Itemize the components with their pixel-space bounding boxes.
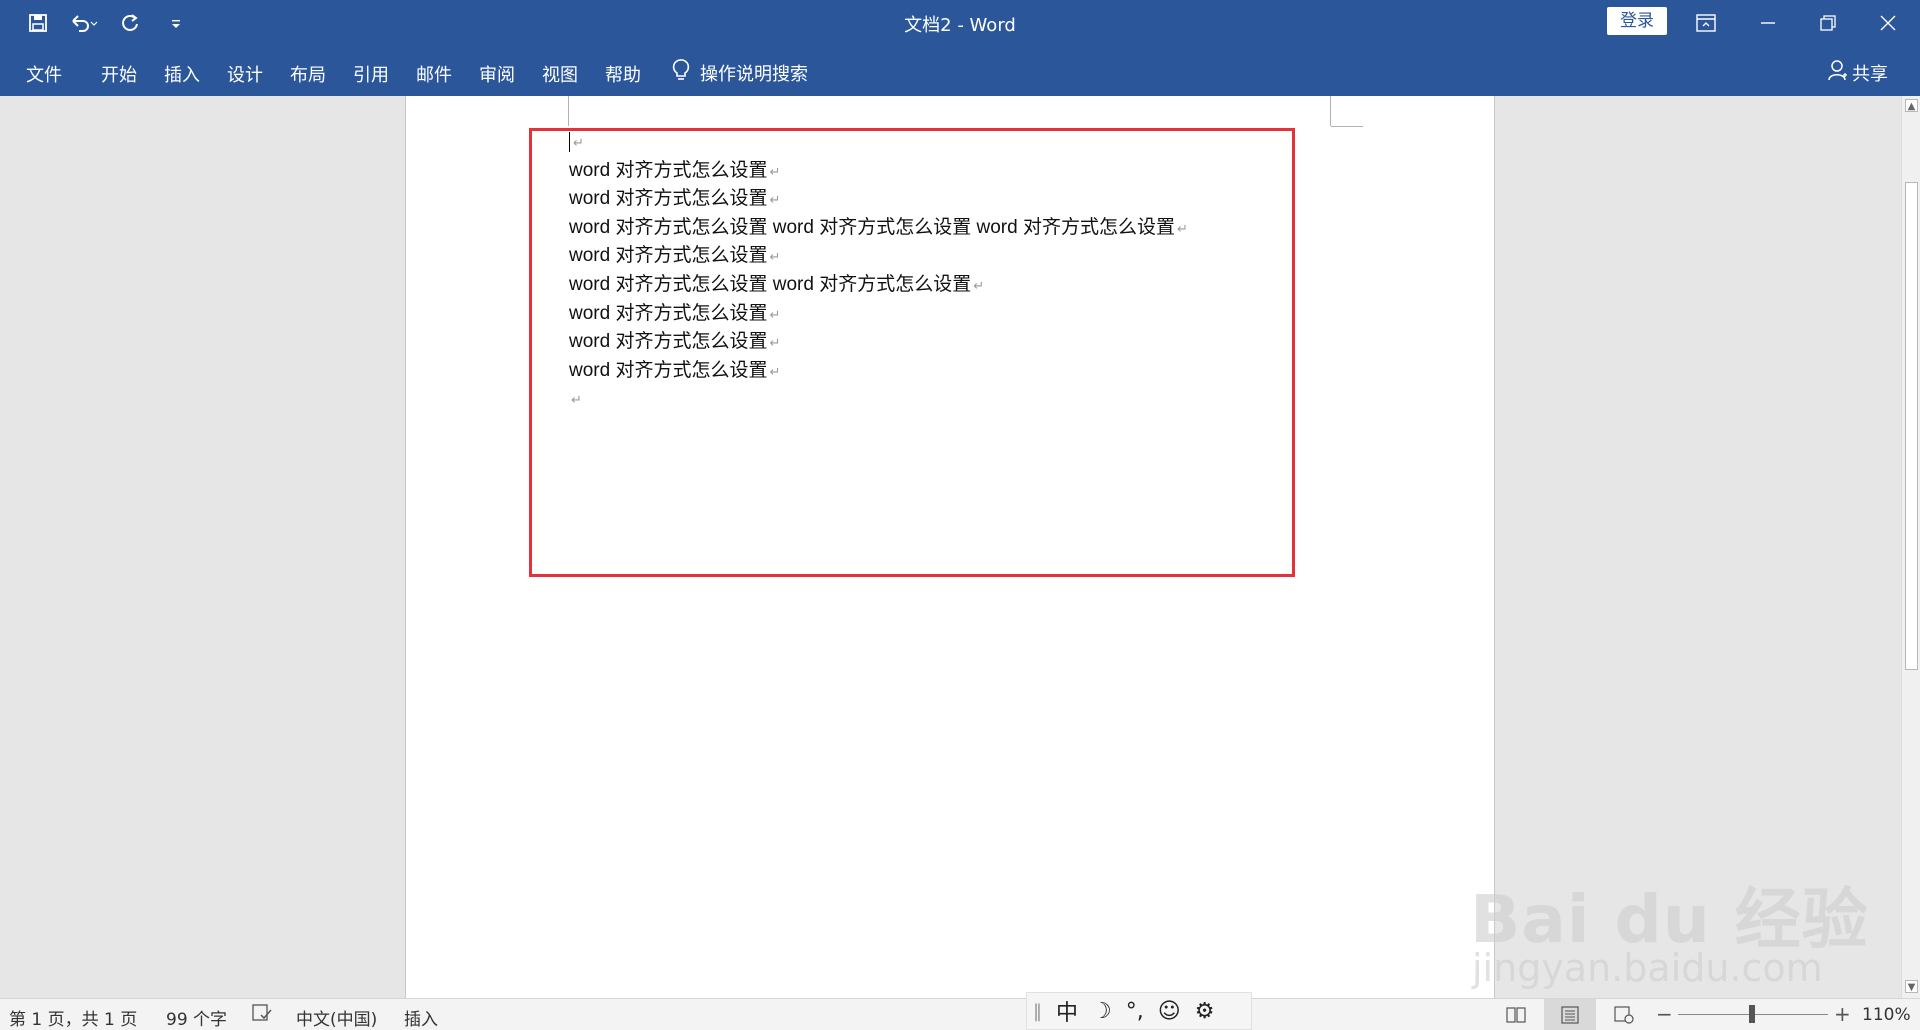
page-info[interactable]: 第 1 页，共 1 页 — [9, 1005, 137, 1030]
tab-review[interactable]: 审阅 — [479, 61, 515, 87]
share-label: 共享 — [1852, 63, 1888, 85]
scroll-up-icon[interactable]: ▲ — [1905, 99, 1918, 112]
proofing-icon[interactable] — [252, 1004, 272, 1027]
tab-insert[interactable]: 插入 — [164, 61, 200, 87]
baidu-watermark-url: jingyan.baidu.com — [1472, 946, 1823, 990]
word-count[interactable]: 99 个字 — [166, 1005, 227, 1030]
restore-icon[interactable] — [1798, 0, 1858, 46]
crop-mark-right-horizontal — [1331, 126, 1363, 127]
ime-settings-icon[interactable]: ⚙ — [1195, 999, 1215, 1024]
person-icon — [1828, 59, 1848, 86]
ribbon-tabs: 文件 开始 插入 设计 布局 引用 邮件 审阅 视图 帮助 操作说明搜索 共享 — [0, 46, 1920, 96]
zoom-in-icon[interactable]: + — [1834, 1002, 1851, 1026]
close-icon[interactable] — [1858, 0, 1918, 46]
language[interactable]: 中文(中国) — [296, 1005, 377, 1030]
tell-me-search[interactable]: 操作说明搜索 — [672, 58, 808, 87]
scroll-thumb[interactable] — [1905, 182, 1918, 670]
print-layout-icon[interactable] — [1544, 999, 1596, 1030]
ime-emoji-icon[interactable]: ☺ — [1158, 999, 1181, 1024]
search-label: 操作说明搜索 — [700, 63, 808, 85]
web-layout-icon[interactable] — [1598, 999, 1650, 1030]
document-workspace: ↵ word 对齐方式怎么设置 ↵ word 对齐方式怎么设置 ↵ word 对齐方… — [0, 96, 1901, 998]
document-page[interactable]: ↵ word 对齐方式怎么设置 ↵ word 对齐方式怎么设置 ↵ word 对齐方… — [405, 96, 1495, 998]
tab-design[interactable]: 设计 — [227, 61, 263, 87]
status-bar: 第 1 页，共 1 页 99 个字 中文(中国) 插入 − + 110% — [0, 998, 1920, 1030]
crop-mark-left — [568, 96, 569, 126]
minimize-icon[interactable] — [1738, 0, 1798, 46]
zoom-level[interactable]: 110% — [1862, 1005, 1911, 1025]
ime-drag-handle[interactable]: ‖ — [1033, 1001, 1042, 1022]
lightbulb-icon — [672, 58, 690, 87]
zoom-slider-thumb[interactable] — [1749, 1005, 1755, 1023]
ime-punctuation-icon[interactable]: °, — [1126, 999, 1144, 1024]
share-button[interactable]: 共享 — [1828, 59, 1888, 86]
insert-mode[interactable]: 插入 — [404, 1005, 438, 1030]
login-button[interactable]: 登录 — [1607, 7, 1667, 35]
ime-moon-icon[interactable]: ☽ — [1092, 999, 1112, 1024]
zoom-out-icon[interactable]: − — [1656, 1002, 1673, 1026]
tab-file[interactable]: 文件 — [26, 61, 62, 87]
read-mode-icon[interactable] — [1490, 999, 1542, 1030]
tab-home[interactable]: 开始 — [101, 61, 137, 87]
tab-view[interactable]: 视图 — [542, 61, 578, 87]
tab-mailings[interactable]: 邮件 — [416, 61, 452, 87]
crop-mark-right — [1330, 96, 1331, 126]
tab-references[interactable]: 引用 — [353, 61, 389, 87]
vertical-scrollbar[interactable]: ▲ ▼ — [1901, 96, 1920, 998]
scroll-down-icon[interactable]: ▼ — [1905, 980, 1918, 993]
ime-toolbar: ‖ 中 ☽ °, ☺ ⚙ — [1026, 992, 1252, 1030]
ime-mode[interactable]: 中 — [1056, 995, 1078, 1027]
tab-help[interactable]: 帮助 — [605, 61, 641, 87]
red-highlight-box — [529, 128, 1295, 577]
ribbon-display-options-icon[interactable] — [1676, 0, 1736, 46]
tab-layout[interactable]: 布局 — [290, 61, 326, 87]
title-bar: 文档2 - Word 登录 — [0, 0, 1920, 46]
